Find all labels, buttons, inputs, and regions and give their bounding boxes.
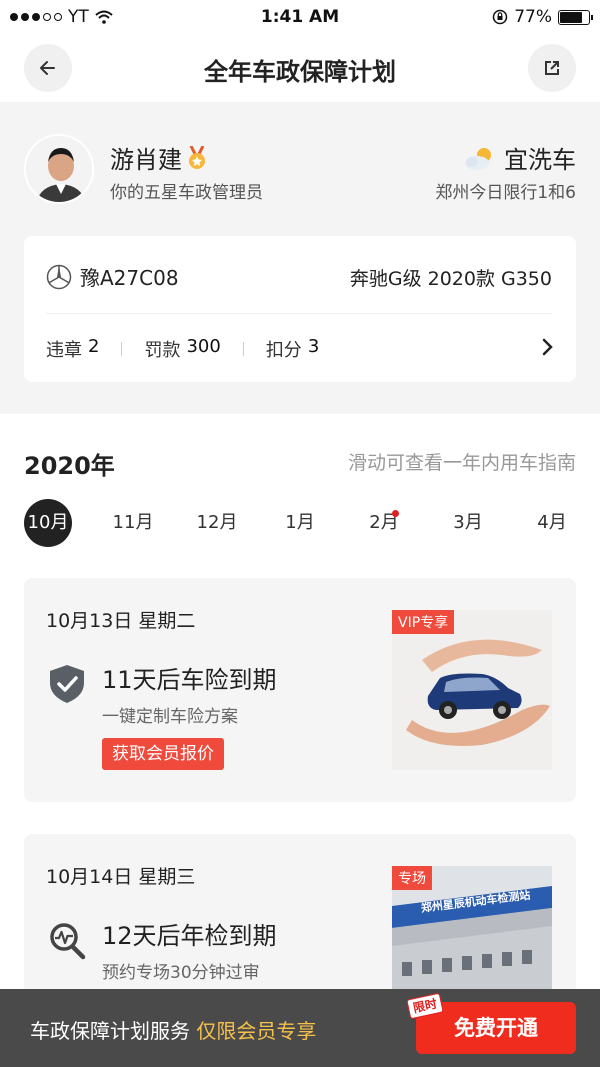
person-photo: [26, 136, 92, 202]
divider: [46, 313, 552, 314]
month-tab-mar[interactable]: 3月: [443, 500, 493, 546]
divider: [121, 342, 123, 356]
month-tab-jan[interactable]: 1月: [275, 500, 325, 546]
points-label: 扣分: [265, 340, 302, 361]
medal-icon: [189, 145, 205, 169]
cta-label: 免费开通: [454, 1016, 538, 1040]
membership-highlight: 仅限会员专享: [196, 1019, 317, 1043]
fine-stat: 罚款 300: [144, 336, 220, 362]
plan-section: 2020年 滑动可查看一年内用车指南 10月 11月 12月 1月 2月 3月 …: [0, 414, 600, 1067]
weather-row: 宜洗车: [464, 140, 576, 175]
violation-label: 违章: [46, 340, 82, 361]
mercedes-logo-icon: [46, 264, 72, 289]
task-description: 一键定制车险方案: [102, 707, 238, 727]
battery-percent: 77%: [514, 7, 552, 27]
notification-dot: [392, 510, 399, 517]
car-plate-row: 豫A27C08: [46, 262, 179, 291]
avatar[interactable]: [24, 134, 94, 204]
car-model: 奔驰G级 2020款 G350: [349, 268, 552, 290]
violation-stat: 违章 2: [46, 336, 99, 362]
inspection-search-icon: [50, 923, 86, 960]
share-button[interactable]: [528, 44, 576, 92]
shield-check-icon: [50, 665, 84, 703]
special-session-badge: 专场: [392, 866, 432, 890]
partly-cloudy-icon: [465, 147, 491, 170]
divider: [242, 342, 244, 356]
vip-badge: VIP专享: [392, 610, 455, 634]
violation-value: 2: [88, 336, 100, 357]
insurance-task-card[interactable]: 10月13日 星期二 11天后车险到期 一键定制车险方案 获取会员报价 VIP专…: [24, 578, 576, 802]
month-tab-oct[interactable]: 10月: [24, 499, 72, 547]
points-stat: 扣分 3: [266, 336, 319, 362]
manager-name: 游肖建: [110, 146, 182, 174]
task-description: 预约专场30分钟过审: [102, 963, 260, 983]
orientation-lock-icon: [492, 9, 508, 25]
fine-label: 罚款: [144, 340, 181, 361]
month-tab-apr[interactable]: 4月: [527, 500, 577, 546]
manager-subtitle: 你的五星车政管理员: [110, 183, 263, 203]
task-title: 12天后年检到期: [102, 922, 277, 950]
status-bar: YT 1:41 AM 77%: [0, 0, 600, 34]
share-external-icon: [545, 61, 559, 75]
battery-group: 77%: [492, 7, 593, 27]
insurance-image: VIP专享: [392, 610, 552, 770]
month-tab-nov[interactable]: 11月: [108, 500, 158, 546]
manager-name-row: 游肖建: [110, 140, 208, 175]
car-card[interactable]: 豫A27C08 奔驰G级 2020款 G350 违章 2 罚款 300 扣分 3: [24, 236, 576, 382]
weather-label: 宜洗车: [504, 146, 576, 174]
swipe-hint: 滑动可查看一年内用车指南: [347, 452, 576, 474]
hands-car-illustration: [392, 610, 552, 770]
month-tab-feb[interactable]: 2月: [359, 500, 409, 546]
navbar: 全年车政保障计划: [0, 34, 600, 102]
page-title: 全年车政保障计划: [204, 58, 396, 86]
battery-icon: [558, 9, 593, 25]
manager-section: 游肖建 你的五星车政管理员 宜洗车 郑州今日限行1和6 豫A27C08 奔驰G级…: [0, 102, 600, 414]
task-title: 11天后车险到期: [102, 666, 277, 694]
month-selector: 10月 11月 12月 1月 2月 3月 4月: [0, 499, 600, 547]
free-activate-button[interactable]: 限时 免费开通: [406, 992, 576, 1054]
fine-value: 300: [186, 336, 221, 357]
car-stats: 违章 2 罚款 300 扣分 3: [46, 336, 319, 362]
chevron-right-icon[interactable]: [542, 338, 554, 356]
get-member-quote-button[interactable]: 获取会员报价: [102, 738, 224, 770]
limited-time-tag: 限时: [406, 992, 444, 1020]
points-value: 3: [307, 336, 320, 357]
year-title: 2020年: [24, 452, 115, 480]
membership-text: 车政保障计划服务 仅限会员专享: [30, 1015, 316, 1044]
task-date: 10月13日 星期二: [46, 610, 196, 632]
task-date: 10月14日 星期三: [46, 866, 196, 888]
traffic-restriction: 郑州今日限行1和6: [435, 183, 576, 203]
membership-bar: 车政保障计划服务 仅限会员专享 限时 免费开通: [0, 989, 600, 1067]
month-tab-dec[interactable]: 12月: [192, 500, 242, 546]
membership-label: 车政保障计划服务: [30, 1019, 197, 1043]
car-plate: 豫A27C08: [80, 266, 179, 290]
